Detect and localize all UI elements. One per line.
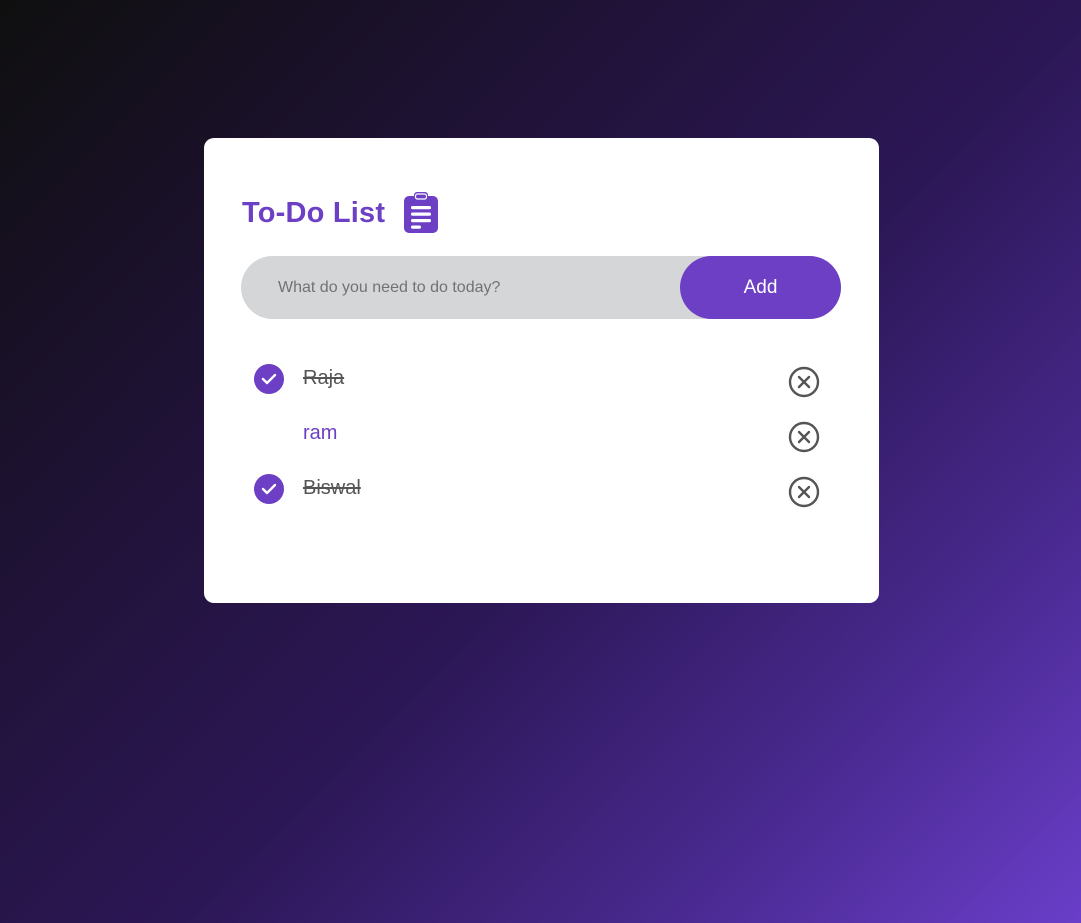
task-text[interactable]: ram — [303, 420, 337, 446]
task-item[interactable]: Raja — [241, 351, 841, 406]
task-text[interactable]: Raja — [303, 365, 344, 391]
task-list: Raja ram Biswal — [241, 351, 841, 516]
task-text[interactable]: Biswal — [303, 475, 361, 501]
todo-card: To-Do List Add Raja — [204, 138, 879, 603]
delete-icon[interactable] — [788, 366, 820, 398]
header: To-Do List — [242, 192, 439, 234]
checked-icon[interactable] — [254, 364, 284, 394]
unchecked-icon[interactable] — [254, 419, 284, 449]
task-input[interactable] — [241, 255, 680, 320]
add-button[interactable]: Add — [680, 256, 841, 319]
checked-icon[interactable] — [254, 474, 284, 504]
delete-icon[interactable] — [788, 476, 820, 508]
task-item[interactable]: ram — [241, 406, 841, 461]
task-input-row: Add — [241, 255, 841, 320]
app-title: To-Do List — [242, 196, 386, 229]
delete-icon[interactable] — [788, 421, 820, 453]
task-item[interactable]: Biswal — [241, 461, 841, 516]
clipboard-icon — [403, 192, 439, 234]
